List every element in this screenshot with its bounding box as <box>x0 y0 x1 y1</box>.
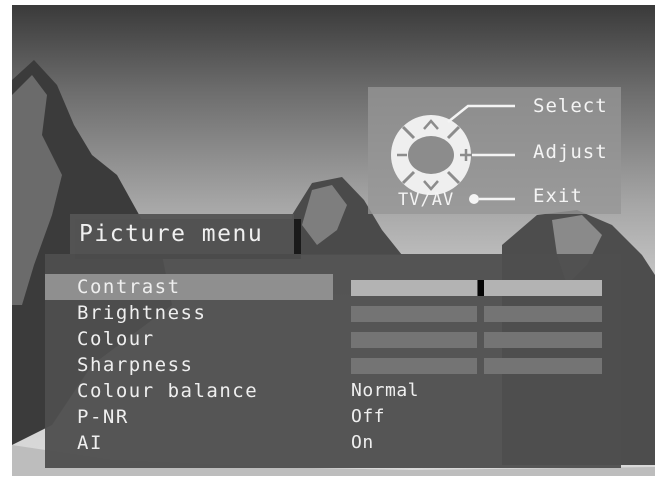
menu-item-label: AI <box>77 432 103 454</box>
brightness-slider[interactable] <box>351 306 602 322</box>
p-nr-value[interactable]: Off <box>351 404 385 430</box>
select-label: Select <box>533 95 608 117</box>
menu-item-label: Brightness <box>77 302 207 324</box>
menu-item-label: Sharpness <box>77 354 194 376</box>
menu-row-colour-balance[interactable]: Colour balance Normal <box>45 378 621 404</box>
menu-item-label: Colour <box>77 328 155 350</box>
colour-balance-value[interactable]: Normal <box>351 378 419 404</box>
slider-track-left <box>351 306 477 322</box>
slider-track-right <box>484 358 602 374</box>
contrast-slider[interactable] <box>351 280 602 296</box>
slider-track-right <box>484 280 602 296</box>
slider-knob[interactable] <box>478 280 484 296</box>
slider-track-left <box>351 358 477 374</box>
ai-value[interactable]: On <box>351 430 374 456</box>
picture-menu-panel: Contrast Brightness Colour Sharpness Colour … <box>45 254 621 468</box>
sharpness-slider[interactable] <box>351 358 602 374</box>
key-guide-panel: Select Adjust Exit TV/AV <box>368 87 621 214</box>
menu-row-sharpness[interactable]: Sharpness <box>45 352 621 378</box>
menu-row-brightness[interactable]: Brightness <box>45 300 621 326</box>
adjust-label: Adjust <box>533 141 608 163</box>
tvav-button-icon <box>469 194 479 204</box>
menu-title: Picture menu <box>70 214 294 254</box>
slider-track-left <box>351 332 477 348</box>
menu-row-colour[interactable]: Colour <box>45 326 621 352</box>
menu-item-label: Contrast <box>77 276 181 298</box>
tv-screen: Select Adjust Exit TV/AV Picture menu Co… <box>12 5 655 476</box>
slider-track-right <box>484 306 602 322</box>
slider-track-left <box>351 280 477 296</box>
menu-row-ai[interactable]: AI On <box>45 430 621 456</box>
tvav-label: TV/AV <box>398 190 455 210</box>
colour-slider[interactable] <box>351 332 602 348</box>
menu-row-contrast[interactable]: Contrast <box>45 274 621 300</box>
exit-label: Exit <box>533 185 583 207</box>
menu-row-p-nr[interactable]: P-NR Off <box>45 404 621 430</box>
slider-track-right <box>484 332 602 348</box>
menu-item-label: P-NR <box>77 406 129 428</box>
menu-item-label: Colour balance <box>77 380 259 402</box>
